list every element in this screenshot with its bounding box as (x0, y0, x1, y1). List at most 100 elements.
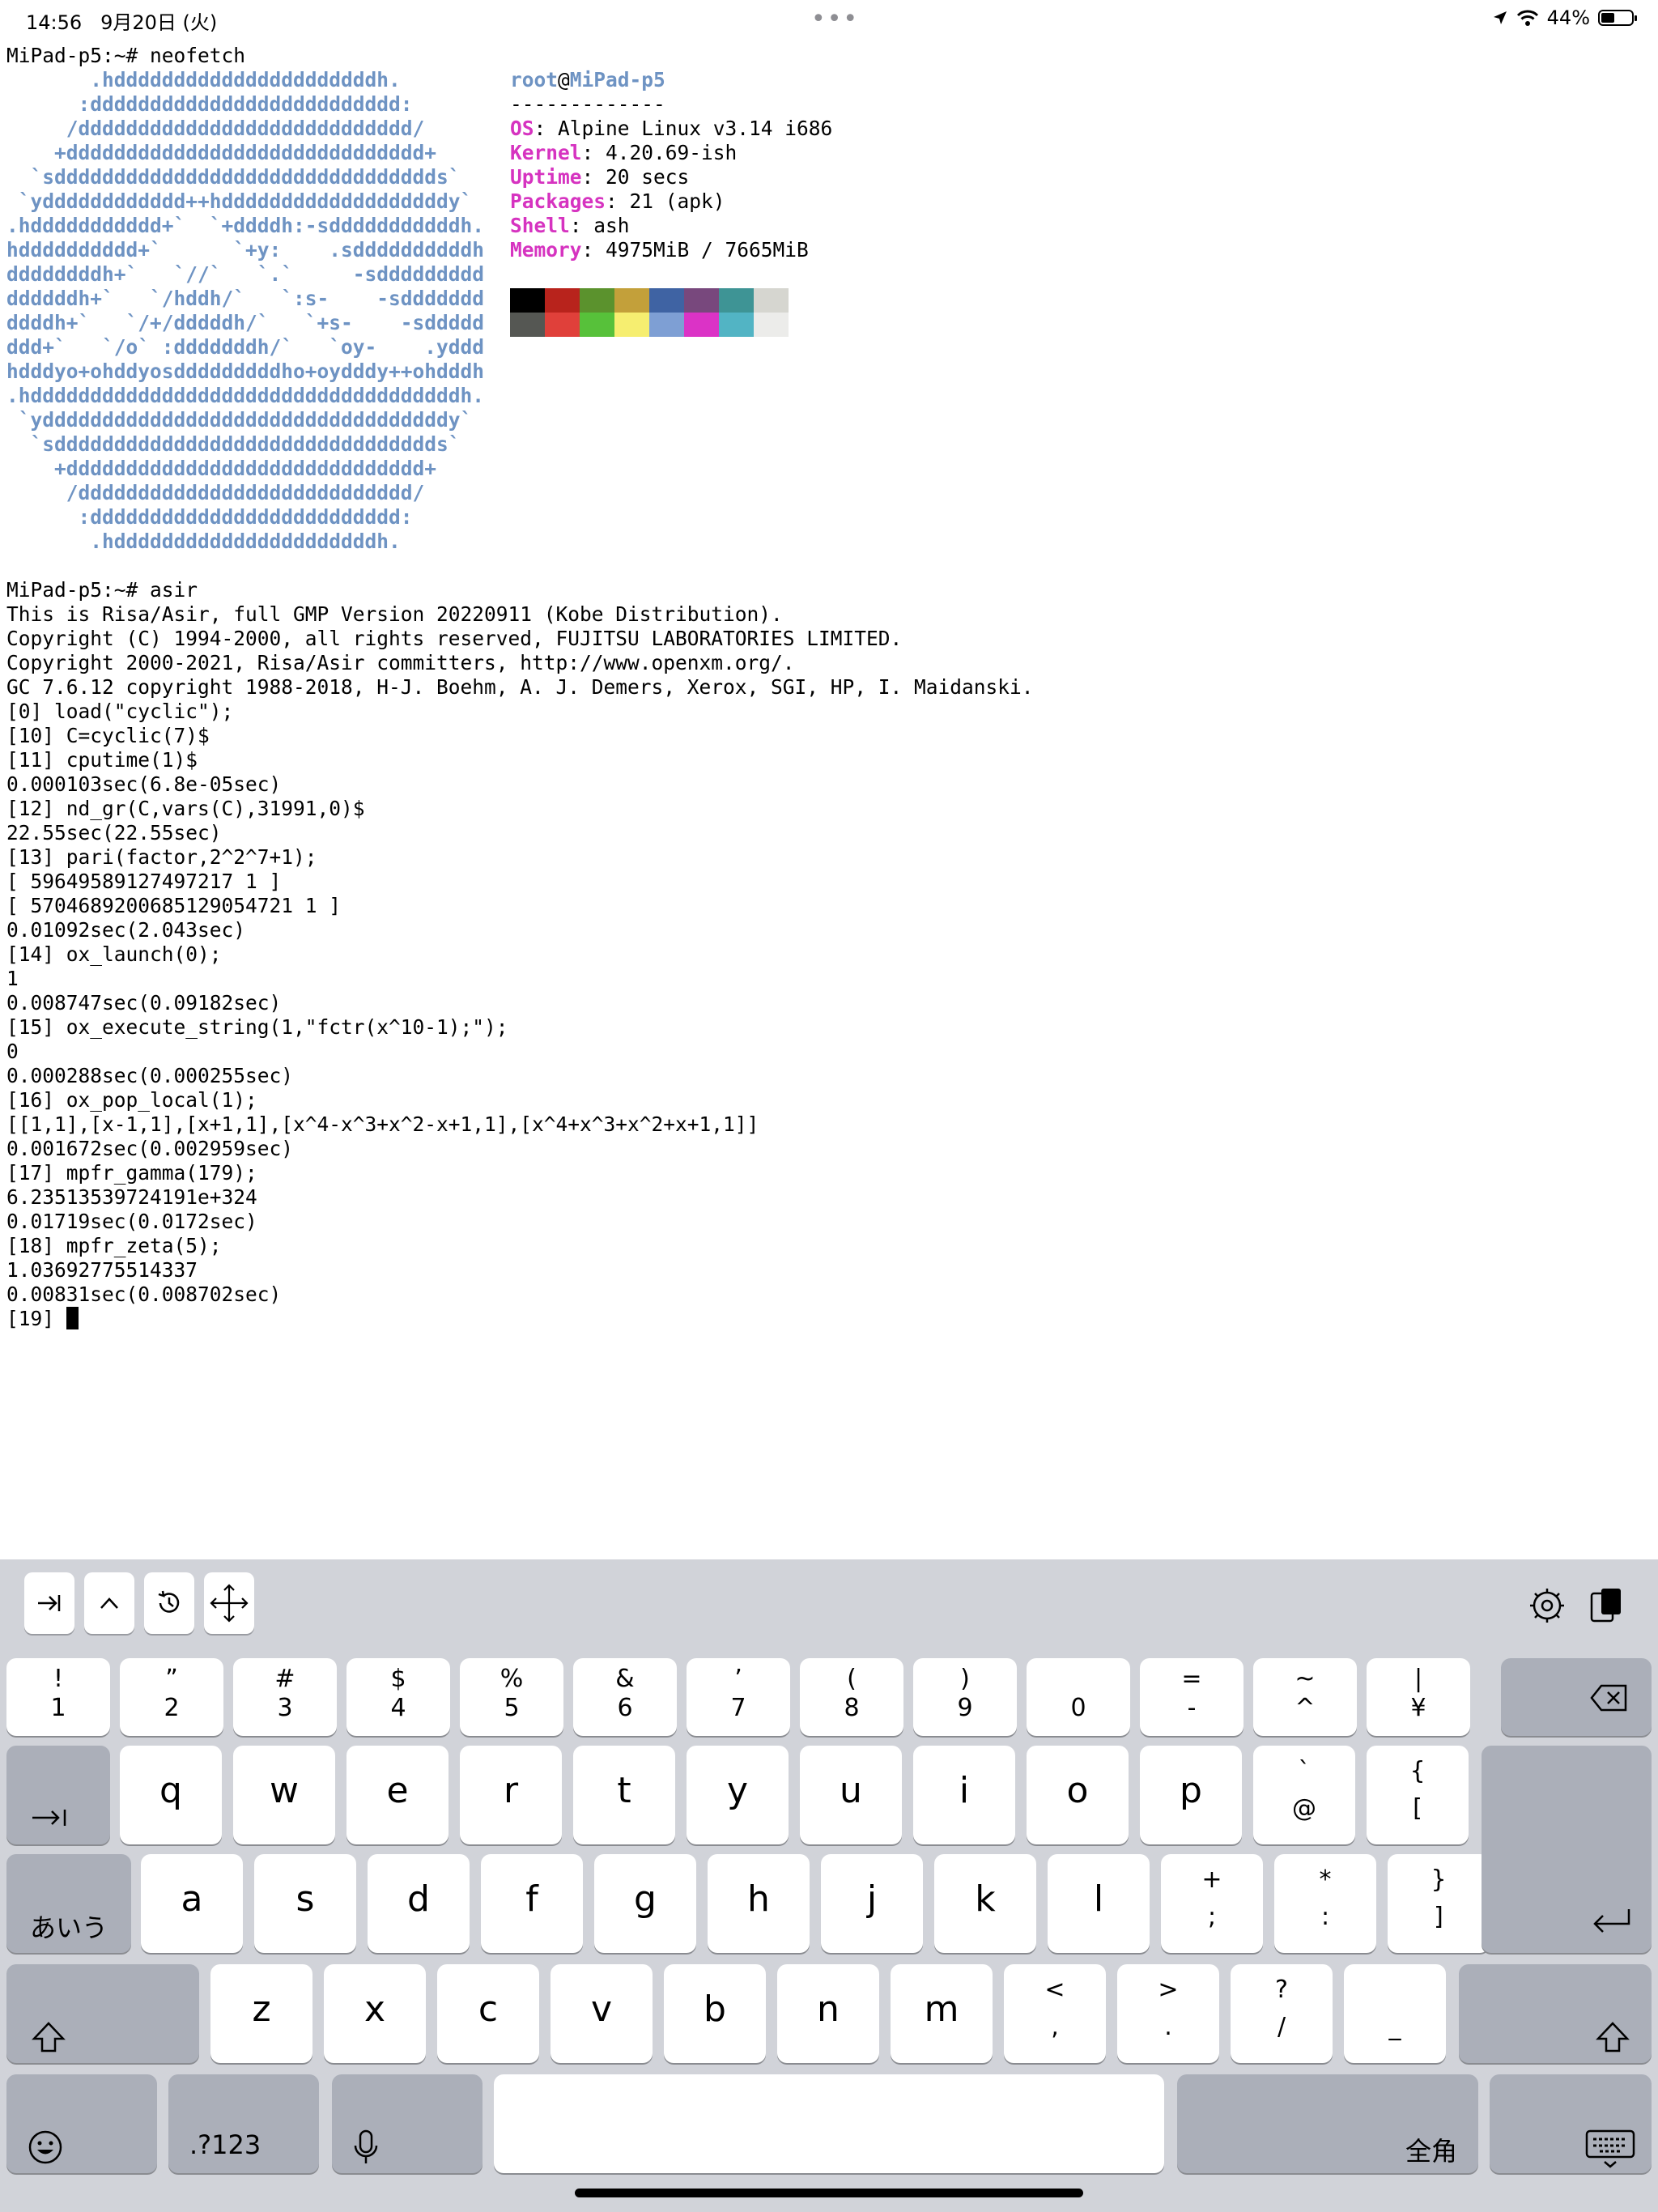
key-m[interactable]: m (891, 1964, 993, 2063)
key-symbol-z-2[interactable]: ? / (1231, 1964, 1333, 2063)
ascii-logo-line: .hddddddddddd+` `+ddddh:-sdddddddddddh. (6, 214, 485, 237)
ascii-logo-line: `yddddddddddddddddddddddddddddddddddy` (6, 408, 473, 432)
color-swatch (649, 288, 684, 313)
numbers-key[interactable]: .?123 (168, 2074, 319, 2173)
terminal-output-line: 6.23513539724191e+324 (6, 1185, 257, 1209)
key-c[interactable]: c (437, 1964, 539, 2063)
key-u[interactable]: u (800, 1746, 902, 1844)
multitasking-dots-icon[interactable]: ••• (811, 7, 859, 32)
key-number-3[interactable]: $4 (346, 1658, 450, 1736)
toolbar-move-button[interactable] (204, 1572, 254, 1634)
key-shift-label: ’ (734, 1665, 742, 1693)
key-number-10[interactable]: = - (1140, 1658, 1244, 1736)
key-h[interactable]: h (708, 1854, 810, 1953)
terminal-output-line: [[1,1],[x-1,1],[x+1,1],[x^4-x^3+x^2-x+1,… (6, 1112, 759, 1136)
color-swatch (649, 313, 684, 337)
settings-button[interactable] (1527, 1585, 1567, 1629)
status-bar: 14:56 9月20日 (火) ••• 44% (0, 0, 1658, 39)
key-s[interactable]: s (254, 1854, 356, 1953)
key-label: t (617, 1770, 631, 1811)
zenkaku-key[interactable]: 全角 (1177, 2074, 1478, 2173)
key-x[interactable]: x (324, 1964, 426, 2063)
right-shift-key[interactable] (1459, 1964, 1652, 2063)
emoji-key[interactable] (6, 2074, 157, 2173)
tab-key[interactable] (6, 1746, 110, 1844)
key-symbol-a-0[interactable]: +; (1161, 1854, 1263, 1953)
terminal-output-line: [ 59649589127497217 1 ] (6, 870, 282, 893)
key-p[interactable]: p (1140, 1746, 1242, 1844)
key-symbol-z-1[interactable]: >. (1117, 1964, 1219, 2063)
key-symbol-q-1[interactable]: {[ (1367, 1746, 1469, 1844)
key-number-2[interactable]: #3 (233, 1658, 337, 1736)
key-symbol-z-0[interactable]: <, (1004, 1964, 1106, 2063)
toolbar-ctrl-button[interactable] (84, 1572, 134, 1634)
ascii-logo-line: ddddddh+` `/hddh/` `:s- -sddddddd (6, 287, 485, 310)
key-shift-label: } (1431, 1865, 1447, 1894)
return-key[interactable] (1482, 1746, 1652, 1953)
key-label: j (866, 1878, 878, 1920)
key-symbol-z-3[interactable]: _ (1344, 1964, 1446, 2063)
color-swatch (719, 288, 754, 313)
key-e[interactable]: e (346, 1746, 449, 1844)
kana-key[interactable]: あいう (6, 1854, 131, 1953)
neofetch-kernel: Kernel: 4.20.69-ish (510, 141, 738, 164)
paste-button[interactable] (1585, 1585, 1626, 1629)
key-label: 7 (730, 1694, 746, 1722)
key-label: c (478, 1989, 499, 2030)
key-w[interactable]: w (233, 1746, 335, 1844)
key-number-6[interactable]: ’ 7 (687, 1658, 790, 1736)
home-indicator[interactable] (575, 2189, 1083, 2197)
key-number-4[interactable]: % 5 (460, 1658, 563, 1736)
key-f[interactable]: f (481, 1854, 583, 1953)
hide-keyboard-key[interactable] (1490, 2074, 1652, 2173)
key-y[interactable]: y (687, 1746, 789, 1844)
backspace-key[interactable] (1501, 1658, 1652, 1736)
key-q[interactable]: q (120, 1746, 222, 1844)
key-j[interactable]: j (821, 1854, 923, 1953)
key-i[interactable]: i (913, 1746, 1015, 1844)
key-symbol-a-2[interactable]: }] (1388, 1854, 1490, 1953)
key-t[interactable]: t (573, 1746, 675, 1844)
text-cursor (66, 1307, 79, 1329)
key-shift-label: > (1158, 1976, 1179, 2004)
key-number-12[interactable]: | ¥ (1367, 1658, 1470, 1736)
key-number-7[interactable]: (8 (800, 1658, 903, 1736)
key-number-1[interactable]: ” 2 (120, 1658, 223, 1736)
key-symbol-q-0[interactable]: ` @ (1253, 1746, 1355, 1844)
space-key[interactable] (494, 2074, 1164, 2173)
key-g[interactable]: g (594, 1854, 696, 1953)
key-l[interactable]: l (1048, 1854, 1150, 1953)
key-k[interactable]: k (934, 1854, 1036, 1953)
current-prompt[interactable]: [19] (6, 1307, 79, 1331)
key-label: 2 (164, 1694, 180, 1722)
terminal-view[interactable]: MiPad-p5:~# neofetch .hddddddddddddddddd… (6, 44, 1650, 1550)
key-number-0[interactable]: ! 1 (6, 1658, 110, 1736)
ascii-logo-line: ddddh+` `/+/dddddh/` `+s- -sddddd (6, 311, 485, 334)
terminal-output-line: [11] cputime(1)$ (6, 748, 198, 772)
key-v[interactable]: v (551, 1964, 653, 2063)
key-b[interactable]: b (664, 1964, 766, 2063)
key-n[interactable]: n (777, 1964, 879, 2063)
key-shift-label: ( (847, 1665, 857, 1693)
toolbar-tab-button[interactable] (24, 1572, 74, 1634)
key-symbol-a-1[interactable]: *: (1274, 1854, 1376, 1953)
key-number-11[interactable]: ~ ^ (1253, 1658, 1357, 1736)
ascii-logo-line: `sdddddddddddddddddddddddddddddddds` (6, 165, 461, 189)
key-label: h (747, 1878, 770, 1920)
terminal-output-line: [13] pari(factor,2^2^7+1); (6, 845, 317, 869)
key-z[interactable]: z (210, 1964, 312, 2063)
key-number-8[interactable]: ) 9 (913, 1658, 1017, 1736)
software-keyboard: ! 1” 2 #3 $4% 5 & 6’ 7(8) 9 0 = - ~ ^ | ¥ q w e r t y u i o p ` @{[a… (0, 1559, 1658, 2212)
key-r[interactable]: r (460, 1746, 562, 1844)
key-number-5[interactable]: & 6 (573, 1658, 677, 1736)
left-shift-key[interactable] (6, 1964, 199, 2063)
dictation-key[interactable] (332, 2074, 483, 2173)
toolbar-history-button[interactable] (144, 1572, 194, 1634)
terminal-output-line: 0.008747sec(0.09182sec) (6, 991, 282, 1015)
key-a[interactable]: a (141, 1854, 243, 1953)
key-o[interactable]: o (1027, 1746, 1129, 1844)
key-d[interactable]: d (368, 1854, 470, 1953)
key-label: b (704, 1989, 726, 2030)
ascii-logo-line: .hddddddddddddddddddddddh. (6, 68, 401, 91)
key-number-9[interactable]: 0 (1027, 1658, 1130, 1736)
